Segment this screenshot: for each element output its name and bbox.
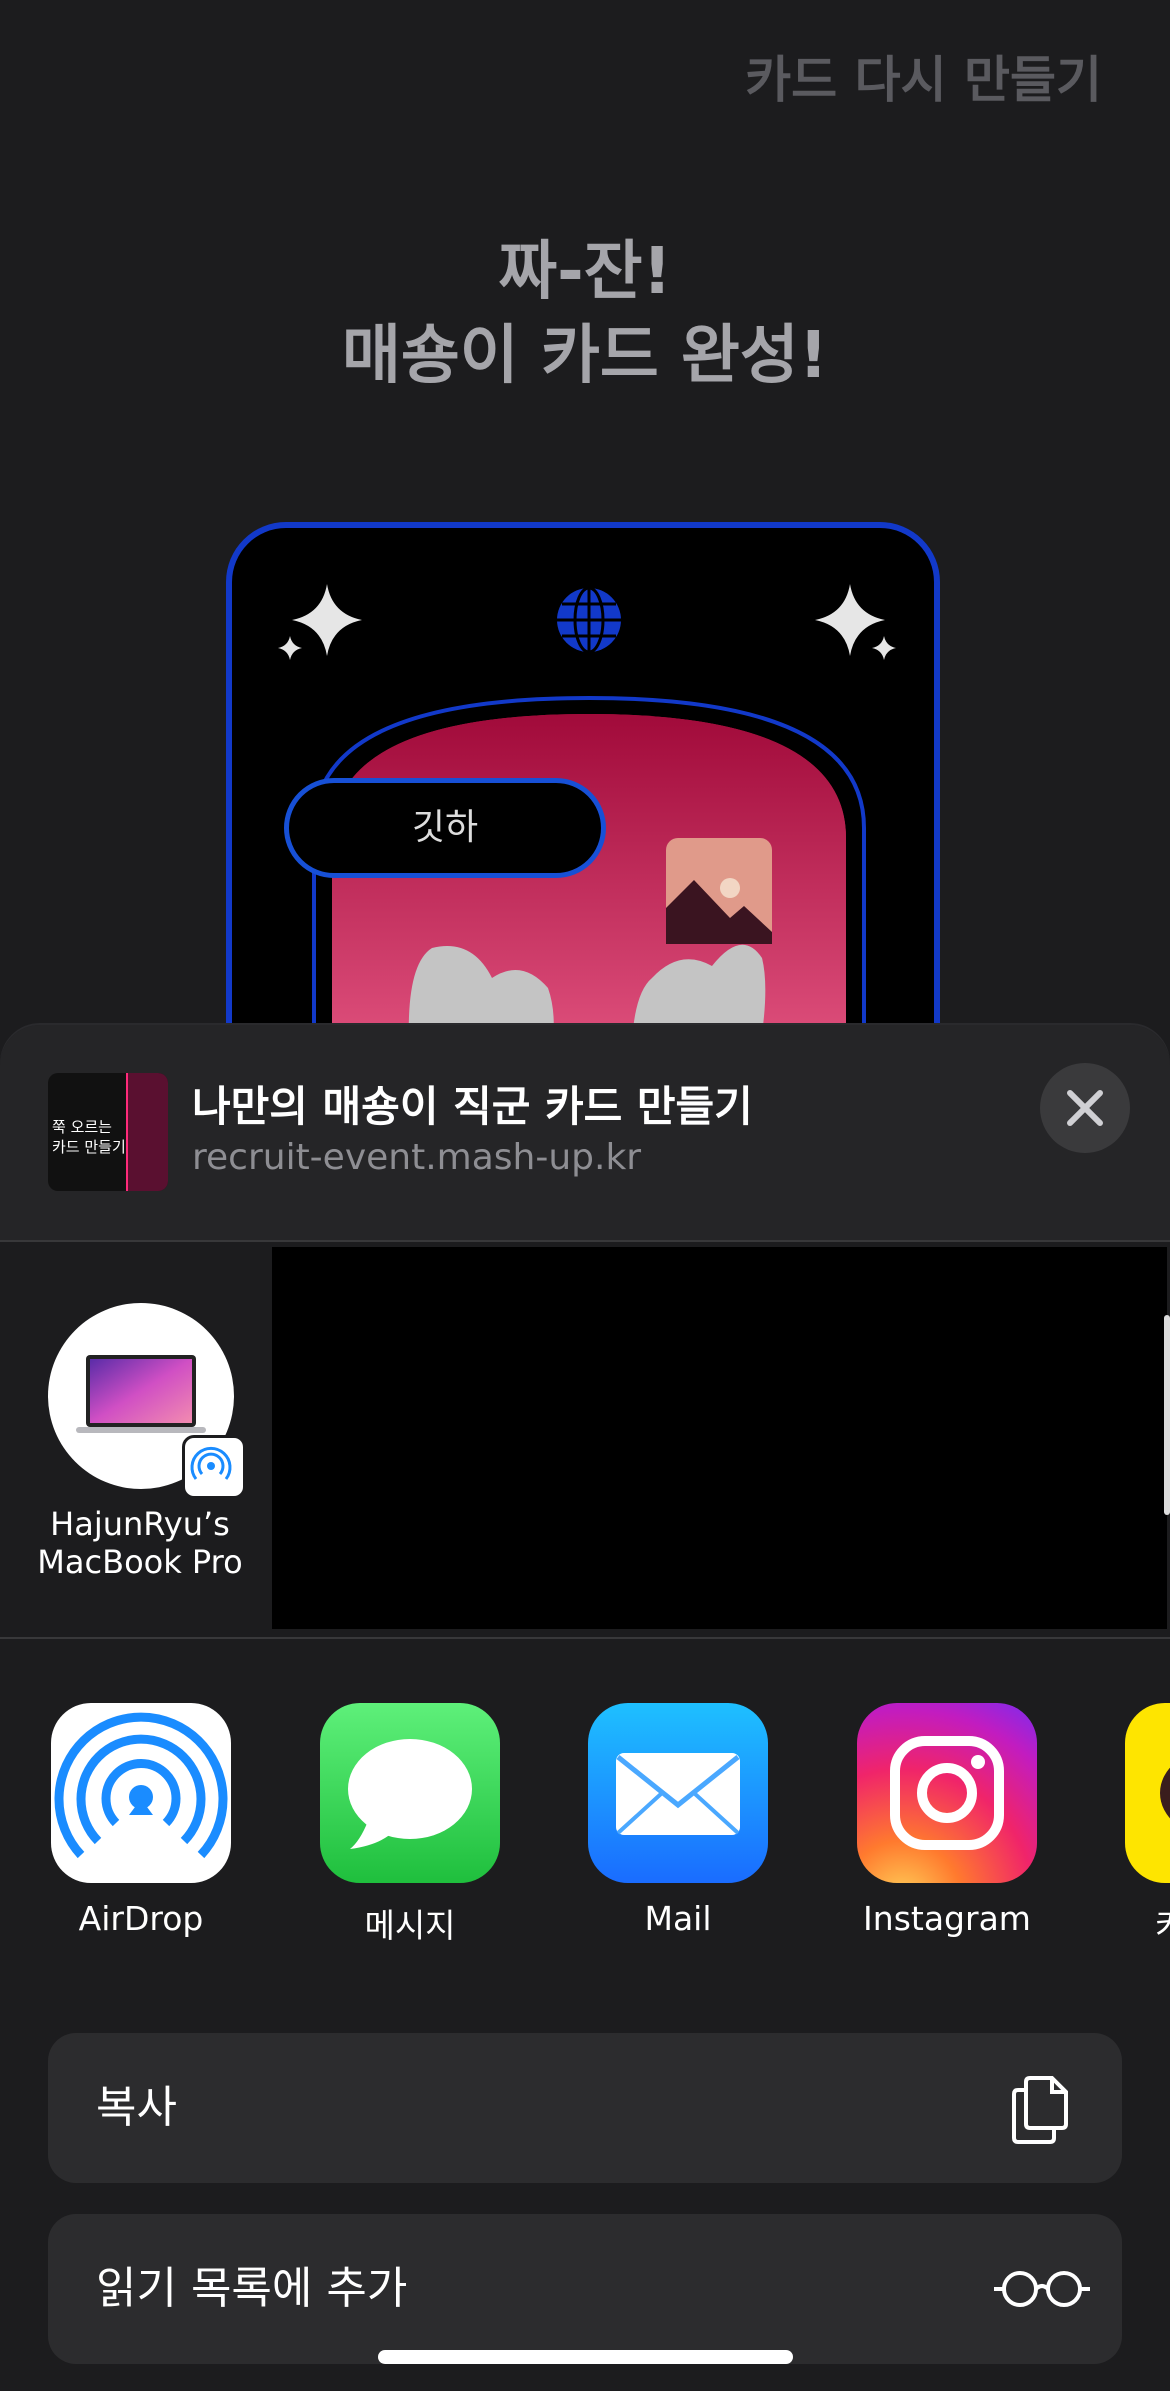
remake-card-link[interactable]: 카드 다시 만들기 xyxy=(745,40,1102,112)
sparkle-icon xyxy=(815,584,896,660)
image-icon xyxy=(666,838,772,944)
divider xyxy=(0,1240,1170,1242)
app-label: AirDrop xyxy=(78,1899,204,1938)
speech-bubble-text: 깃하 xyxy=(411,807,479,848)
device-name-line1: HajunRyu’s xyxy=(50,1505,230,1543)
people-suggestions-panel xyxy=(272,1247,1167,1629)
airdrop-icon xyxy=(190,1446,232,1480)
add-to-reading-list-action[interactable]: 읽기 목록에 추가 xyxy=(48,2214,1122,2364)
thumbnail-text-line1: 쭉 오르는 xyxy=(52,1118,112,1136)
instagram-icon xyxy=(857,1703,1037,1883)
app-kakaotalk[interactable]: 카 xyxy=(1125,1703,1170,1947)
airdrop-icon xyxy=(51,1703,231,1883)
app-label: 카 xyxy=(1125,1899,1170,1947)
headline-line1: 짜-잔! xyxy=(498,235,672,309)
app-instagram[interactable]: Instagram xyxy=(857,1703,1037,1938)
glasses-icon xyxy=(994,2271,1090,2307)
app-label: Instagram xyxy=(863,1899,1031,1938)
app-label: 메시지 xyxy=(364,1906,456,1945)
app-messages[interactable]: 메시지 xyxy=(320,1703,500,1947)
app-airdrop[interactable]: AirDrop xyxy=(51,1703,231,1938)
messages-icon xyxy=(320,1703,500,1883)
app-label: Mail xyxy=(644,1899,712,1938)
device-name-line2: MacBook Pro xyxy=(37,1543,243,1581)
action-label: 복사 xyxy=(96,2082,177,2133)
scroll-peek xyxy=(1164,1315,1170,1515)
globe-icon xyxy=(557,586,621,654)
divider xyxy=(0,1637,1170,1639)
share-title: 나만의 매숑이 직군 카드 만들기 xyxy=(192,1082,753,1131)
close-icon xyxy=(1067,1090,1103,1126)
sparkle-icon xyxy=(278,584,362,660)
action-label: 읽기 목록에 추가 xyxy=(96,2263,408,2314)
share-sheet: 쭉 오르는 카드 만들기 나만의 매숑이 직군 카드 만들기 recruit-e… xyxy=(0,1025,1170,2391)
kakaotalk-icon xyxy=(1125,1703,1170,1883)
app-mail[interactable]: Mail xyxy=(588,1703,768,1938)
headline-line2: 매숑이 카드 완성! xyxy=(342,319,828,393)
share-url: recruit-event.mash-up.kr xyxy=(192,1137,642,1178)
thumbnail-text-line2: 카드 만들기 xyxy=(52,1138,126,1156)
home-indicator[interactable] xyxy=(378,2350,793,2364)
copy-icon xyxy=(1012,2076,1068,2144)
app-row: AirDrop 메시지 Mail Instagram xyxy=(0,1703,1170,1963)
speech-bubble: 깃하 xyxy=(284,778,606,878)
share-sheet-header: 쭉 오르는 카드 만들기 나만의 매숑이 직군 카드 만들기 recruit-e… xyxy=(0,1025,1170,1240)
airdrop-badge xyxy=(182,1435,246,1499)
mail-icon xyxy=(588,1703,768,1883)
close-button[interactable] xyxy=(1040,1063,1130,1153)
background-page: 카드 다시 만들기 짜-잔! 매숑이 카드 완성! 깃하 xyxy=(0,0,1170,1082)
link-thumbnail: 쭉 오르는 카드 만들기 xyxy=(48,1073,168,1191)
copy-action[interactable]: 복사 xyxy=(48,2033,1122,2183)
